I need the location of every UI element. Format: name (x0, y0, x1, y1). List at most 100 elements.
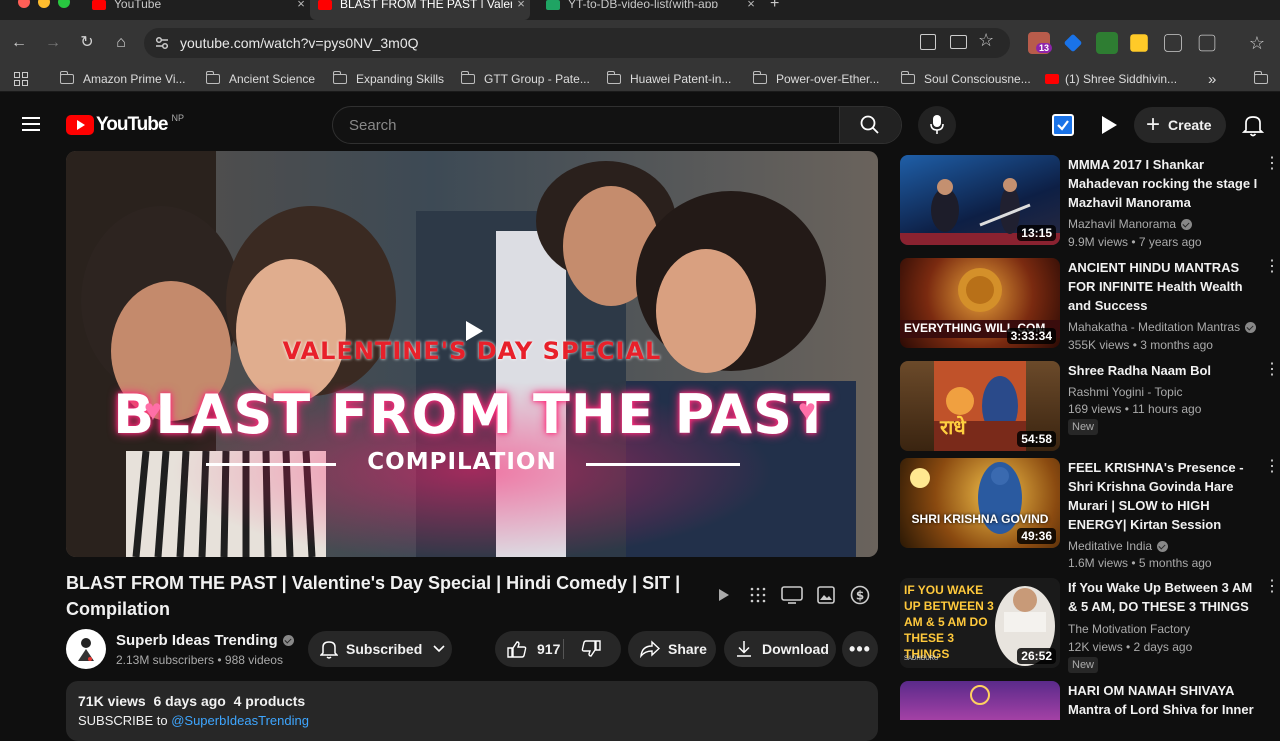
dollar-icon[interactable]: $ (850, 585, 870, 605)
recommendation-item[interactable]: 13:15 MMMA 2017 I Shankar Mahadevan rock… (900, 155, 1280, 249)
address-bar[interactable]: youtube.com/watch?v=pys0NV_3m0Q ☆ (144, 28, 1010, 58)
extension-badge: 13 (1036, 43, 1053, 53)
video-thumbnail[interactable] (900, 681, 1060, 720)
bookmark-item[interactable]: Power-over-Ether... (752, 70, 879, 88)
extension-icon[interactable] (1096, 32, 1118, 54)
minimize-window-icon[interactable] (38, 0, 50, 8)
maximize-window-icon[interactable] (58, 0, 70, 8)
heart-icon: ♥ (798, 394, 816, 427)
thumbnail-image (970, 685, 990, 705)
youtube-logo[interactable]: YouTube NP (66, 113, 184, 136)
video-thumbnail[interactable]: EVERYTHING WILL COM 3:33:34 (900, 258, 1060, 348)
channel-text: Mazhavil Manorama (1068, 217, 1177, 231)
recommendation-item[interactable]: IF YOU WAKE UP BETWEEN 3 AM & 5 AM DO TH… (900, 578, 1280, 673)
thumbs-down-icon[interactable] (581, 640, 601, 658)
play-icon[interactable] (718, 588, 730, 602)
checkbox-extension-icon[interactable] (1052, 114, 1074, 136)
share-button[interactable]: Share (628, 631, 716, 667)
bookmark-label: Huawei Patent-in... (630, 72, 732, 86)
more-vertical-icon[interactable]: ⋮ (1264, 259, 1280, 275)
bookmark-item[interactable]: Huawei Patent-in... (606, 70, 732, 88)
bookmark-star-icon[interactable]: ☆ (978, 30, 994, 51)
close-window-icon[interactable] (18, 0, 30, 8)
recommendation-channel[interactable]: Mazhavil Manorama (1068, 217, 1193, 231)
thumbnail-caption: SADHGURU (904, 656, 939, 662)
grid-icon[interactable] (749, 586, 767, 604)
bookmark-item[interactable]: Amazon Prime Vi... (59, 70, 185, 88)
more-vertical-icon[interactable]: ⋮ (1264, 362, 1280, 378)
video-thumbnail[interactable]: 13:15 (900, 155, 1060, 245)
extension-icon[interactable] (1164, 34, 1182, 52)
channel-name[interactable]: Superb Ideas Trending (116, 632, 294, 649)
cast-screen-icon[interactable] (781, 586, 803, 604)
bookmark-item[interactable]: Ancient Science (205, 70, 315, 88)
channel-handle-link[interactable]: @SuperbIdeasTrending (171, 713, 309, 728)
tab-close-icon[interactable]: × (512, 0, 530, 10)
bookmark-label: Expanding Skills (356, 72, 445, 86)
recommendation-channel[interactable]: The Motivation Factory (1068, 622, 1190, 636)
menu-icon[interactable] (22, 117, 40, 131)
site-settings-icon[interactable] (154, 36, 170, 50)
subscribed-label: Subscribed (346, 641, 423, 657)
new-tab-button[interactable]: + (762, 0, 792, 20)
channel-avatar[interactable] (66, 629, 106, 669)
extension-icon[interactable] (1130, 34, 1148, 52)
tab-close-icon[interactable]: × (742, 0, 760, 10)
description-box[interactable]: 71K views 6 days ago 4 products SUBSCRIB… (66, 681, 878, 741)
extension-icon[interactable] (1063, 33, 1083, 53)
plus-icon: + (1146, 111, 1161, 138)
play-icon[interactable] (464, 320, 484, 342)
bookmark-item[interactable]: Soul Consciousne... (900, 70, 1031, 88)
video-thumbnail[interactable]: IF YOU WAKE UP BETWEEN 3 AM & 5 AM DO TH… (900, 578, 1060, 668)
more-vertical-icon[interactable]: ⋮ (1264, 459, 1280, 475)
back-icon[interactable]: ← (8, 32, 30, 54)
recommendation-channel[interactable]: Meditative India (1068, 539, 1169, 553)
recommendation-item[interactable]: EVERYTHING WILL COM 3:33:34 ANCIENT HIND… (900, 258, 1280, 352)
recommendation-channel[interactable]: Rashmi Yogini - Topic (1068, 385, 1183, 399)
home-icon[interactable]: ⌂ (110, 32, 132, 54)
forward-icon[interactable]: → (42, 32, 64, 54)
channel-text: Meditative India (1068, 539, 1153, 553)
tab-close-icon[interactable]: × (292, 0, 310, 10)
bookmarks-overflow-button[interactable]: » (1208, 70, 1216, 88)
all-bookmarks-button[interactable] (1253, 70, 1277, 88)
recommendation-item[interactable]: SHRI KRISHNA GOVIND 49:36 FEEL KRISHNA's… (900, 458, 1280, 570)
video-thumbnail[interactable]: राधे 54:58 (900, 361, 1060, 451)
bookmark-item[interactable]: GTT Group - Pate... (460, 70, 590, 88)
video-thumbnail[interactable]: SHRI KRISHNA GOVIND 49:36 (900, 458, 1060, 548)
more-actions-button[interactable]: ••• (842, 631, 878, 667)
notifications-bell-icon[interactable] (1242, 114, 1264, 138)
recommendation-item[interactable]: HARI OM NAMAH SHIVAYA Mantra of Lord Shi… (900, 681, 1280, 720)
download-button[interactable]: Download (724, 631, 836, 667)
recommendation-title: Shree Radha Naam Bol (1068, 363, 1212, 378)
search-button[interactable] (839, 107, 901, 143)
tracking-blocked-icon[interactable] (920, 34, 936, 50)
browser-tab-youtube[interactable]: YouTube × (84, 0, 310, 20)
video-player[interactable]: VALENTINE'S DAY SPECIAL BLAST FROM THE P… (66, 151, 878, 557)
subscribed-button[interactable]: Subscribed (308, 631, 452, 667)
browser-tab-video[interactable]: BLAST FROM THE PAST | Valent × (310, 0, 530, 20)
profile-star-icon[interactable]: ☆ (1246, 32, 1268, 54)
bookmark-item[interactable]: Expanding Skills (332, 70, 445, 88)
reload-icon[interactable]: ↻ (76, 32, 98, 54)
bookmark-item[interactable]: (1) Shree Siddhivin... (1045, 70, 1177, 88)
heart-icon: ♥ (144, 394, 162, 427)
image-icon[interactable] (817, 586, 835, 604)
apps-grid-icon[interactable] (14, 72, 28, 86)
play-icon[interactable] (1100, 115, 1118, 135)
recommendation-item[interactable]: राधे 54:58 Shree Radha Naam Bol Rashmi Y… (900, 361, 1280, 451)
search-input[interactable] (333, 107, 841, 143)
recommendation-channel[interactable]: Mahakatha - Meditation Mantras (1068, 320, 1257, 334)
more-vertical-icon[interactable]: ⋮ (1264, 579, 1280, 595)
extensions-puzzle-icon[interactable] (1198, 34, 1216, 52)
subscriber-count: 2.13M subscribers (116, 653, 215, 667)
more-vertical-icon[interactable]: ⋮ (1264, 156, 1280, 172)
voice-search-button[interactable] (918, 106, 956, 144)
install-app-icon[interactable] (950, 35, 967, 49)
browser-tab-sheet[interactable]: YT-to-DB-video-list(with-app × (538, 0, 760, 20)
new-badge: New (1068, 657, 1099, 673)
download-label: Download (762, 641, 829, 657)
like-button[interactable]: 917 (507, 640, 560, 658)
recommendation-meta: 9.9M views • 7 years ago (1068, 235, 1202, 249)
create-button[interactable]: + Create (1134, 107, 1226, 143)
